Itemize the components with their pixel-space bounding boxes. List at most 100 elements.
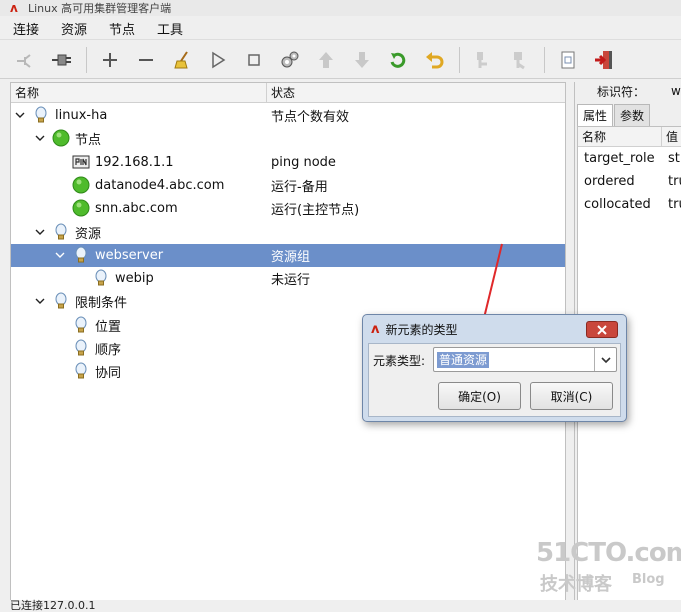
- exit-button[interactable]: [589, 45, 619, 75]
- element-type-select[interactable]: 普通资源: [433, 347, 617, 372]
- node-active-button[interactable]: [504, 45, 534, 75]
- expand-toggle-icon[interactable]: [15, 110, 25, 120]
- stop-button[interactable]: [239, 45, 269, 75]
- new-element-type-dialog: ʌ 新元素的类型 元素类型: 普通资源 确定(O) 取消(C): [362, 314, 627, 422]
- add-button[interactable]: [95, 45, 125, 75]
- tree-row[interactable]: 192.168.1.1 ping node: [11, 151, 565, 174]
- tree-node-label: 资源: [75, 226, 102, 242]
- tree-header: 名称 状态: [11, 83, 565, 103]
- prop-value-header[interactable]: 值: [662, 128, 678, 145]
- tree-node-status: 未运行: [271, 273, 311, 289]
- document-icon: [561, 51, 575, 68]
- bulb-icon: [92, 269, 110, 287]
- bulb-icon: [32, 106, 50, 124]
- tree-node-label: 位置: [95, 319, 122, 335]
- tree-node-label: webserver: [95, 247, 164, 263]
- prop-name-header[interactable]: 名称: [578, 127, 662, 146]
- green-circle-icon: [72, 176, 90, 194]
- identifier-label: 标识符：: [597, 84, 646, 99]
- tab-parameters[interactable]: 参数: [614, 104, 651, 126]
- settings-button[interactable]: [275, 45, 305, 75]
- bulb-icon: [52, 292, 70, 310]
- element-type-value: 普通资源: [437, 351, 490, 368]
- tree-node-label: datanode4.abc.com: [95, 177, 225, 193]
- dropdown-button[interactable]: [594, 348, 616, 371]
- tree-row[interactable]: datanode4.abc.com 运行-备用: [11, 174, 565, 197]
- app-logo-icon: ʌ: [371, 321, 380, 337]
- column-name-header[interactable]: 名称: [11, 83, 267, 102]
- bulb-icon: [72, 246, 90, 264]
- window-title: Linux 高可用集群管理客户端: [28, 2, 172, 15]
- tree-node-status: ping node: [271, 154, 336, 170]
- dialog-close-button[interactable]: [586, 321, 618, 338]
- refresh-icon: [390, 52, 406, 68]
- watermark-main: 51CTO.com: [536, 538, 681, 568]
- chevron-down-icon: [600, 356, 611, 363]
- table-row[interactable]: target_role st: [578, 147, 681, 170]
- start-icon: [212, 51, 226, 68]
- menu-resources[interactable]: 资源: [58, 18, 90, 39]
- undo-button[interactable]: [419, 45, 449, 75]
- column-status-header[interactable]: 状态: [267, 84, 295, 101]
- table-row[interactable]: collocated tru: [578, 193, 681, 216]
- document-button[interactable]: [553, 45, 583, 75]
- tree-node-status: 运行-备用: [271, 179, 328, 195]
- cleanup-broom-icon: [174, 50, 188, 68]
- remove-button[interactable]: [131, 45, 161, 75]
- expand-toggle-icon[interactable]: [35, 133, 45, 143]
- tree-node-label: 协同: [95, 366, 122, 382]
- connect-icon: [52, 54, 71, 65]
- cleanup-button[interactable]: [167, 45, 197, 75]
- expand-toggle-icon[interactable]: [35, 227, 45, 237]
- identifier-value: w: [671, 84, 681, 98]
- disconnect-button[interactable]: [10, 45, 40, 75]
- status-bar: 已连接127.0.0.1: [0, 600, 681, 612]
- property-tabs: 属性 参数: [577, 104, 651, 126]
- expand-toggle-icon[interactable]: [55, 250, 65, 260]
- expand-toggle-icon[interactable]: [35, 296, 45, 306]
- remove-icon: [139, 58, 153, 61]
- menu-tools[interactable]: 工具: [154, 18, 186, 39]
- table-row[interactable]: ordered tru: [578, 170, 681, 193]
- move-up-icon: [319, 51, 333, 68]
- prop-name: collocated: [584, 197, 651, 212]
- move-up-button[interactable]: [311, 45, 341, 75]
- tree-row[interactable]: 节点: [11, 127, 565, 150]
- green-circle-icon: [52, 129, 70, 147]
- menu-nodes[interactable]: 节点: [106, 18, 138, 39]
- tree-node-status: 运行(主控节点): [271, 203, 360, 219]
- refresh-button[interactable]: [383, 45, 413, 75]
- tab-attributes[interactable]: 属性: [577, 104, 614, 126]
- tree-node-status: 资源组: [271, 249, 311, 265]
- toolbar-separator: [459, 46, 460, 73]
- app-logo-icon: ʌ: [10, 1, 18, 15]
- node-standby-button[interactable]: [468, 45, 498, 75]
- settings-gears-icon: [281, 51, 299, 67]
- start-button[interactable]: [203, 45, 233, 75]
- tree-row[interactable]: snn.abc.com 运行(主控节点): [11, 197, 565, 220]
- watermark-sub: 技术博客: [540, 574, 612, 595]
- prop-name: target_role: [584, 151, 655, 166]
- tree-node-label: linux-ha: [55, 108, 108, 123]
- close-icon: [597, 324, 607, 335]
- connect-button[interactable]: [46, 45, 76, 75]
- bulb-icon: [72, 316, 90, 334]
- tree-node-label: 节点: [75, 133, 102, 149]
- watermark-blog: Blog: [632, 572, 665, 587]
- tree-node-label: webip: [115, 271, 154, 287]
- move-down-button[interactable]: [347, 45, 377, 75]
- cancel-button[interactable]: 取消(C): [530, 382, 613, 410]
- disconnect-icon: [17, 53, 31, 68]
- node-active-icon: [514, 51, 525, 69]
- menu-bar: 连接 资源 节点 工具: [0, 18, 681, 40]
- node-standby-icon: [477, 51, 487, 68]
- menu-connect[interactable]: 连接: [10, 18, 42, 39]
- ok-button[interactable]: 确定(O): [438, 382, 521, 410]
- undo-icon: [426, 51, 444, 68]
- watermark: 51CTO.com 技术博客 Blog: [536, 538, 681, 598]
- green-circle-icon: [72, 199, 90, 217]
- tree-node-label: 192.168.1.1: [95, 154, 174, 170]
- tree-node-label: 顺序: [95, 343, 122, 358]
- toolbar-separator: [86, 46, 87, 73]
- tree-row[interactable]: linux-ha 节点个数有效: [11, 104, 565, 127]
